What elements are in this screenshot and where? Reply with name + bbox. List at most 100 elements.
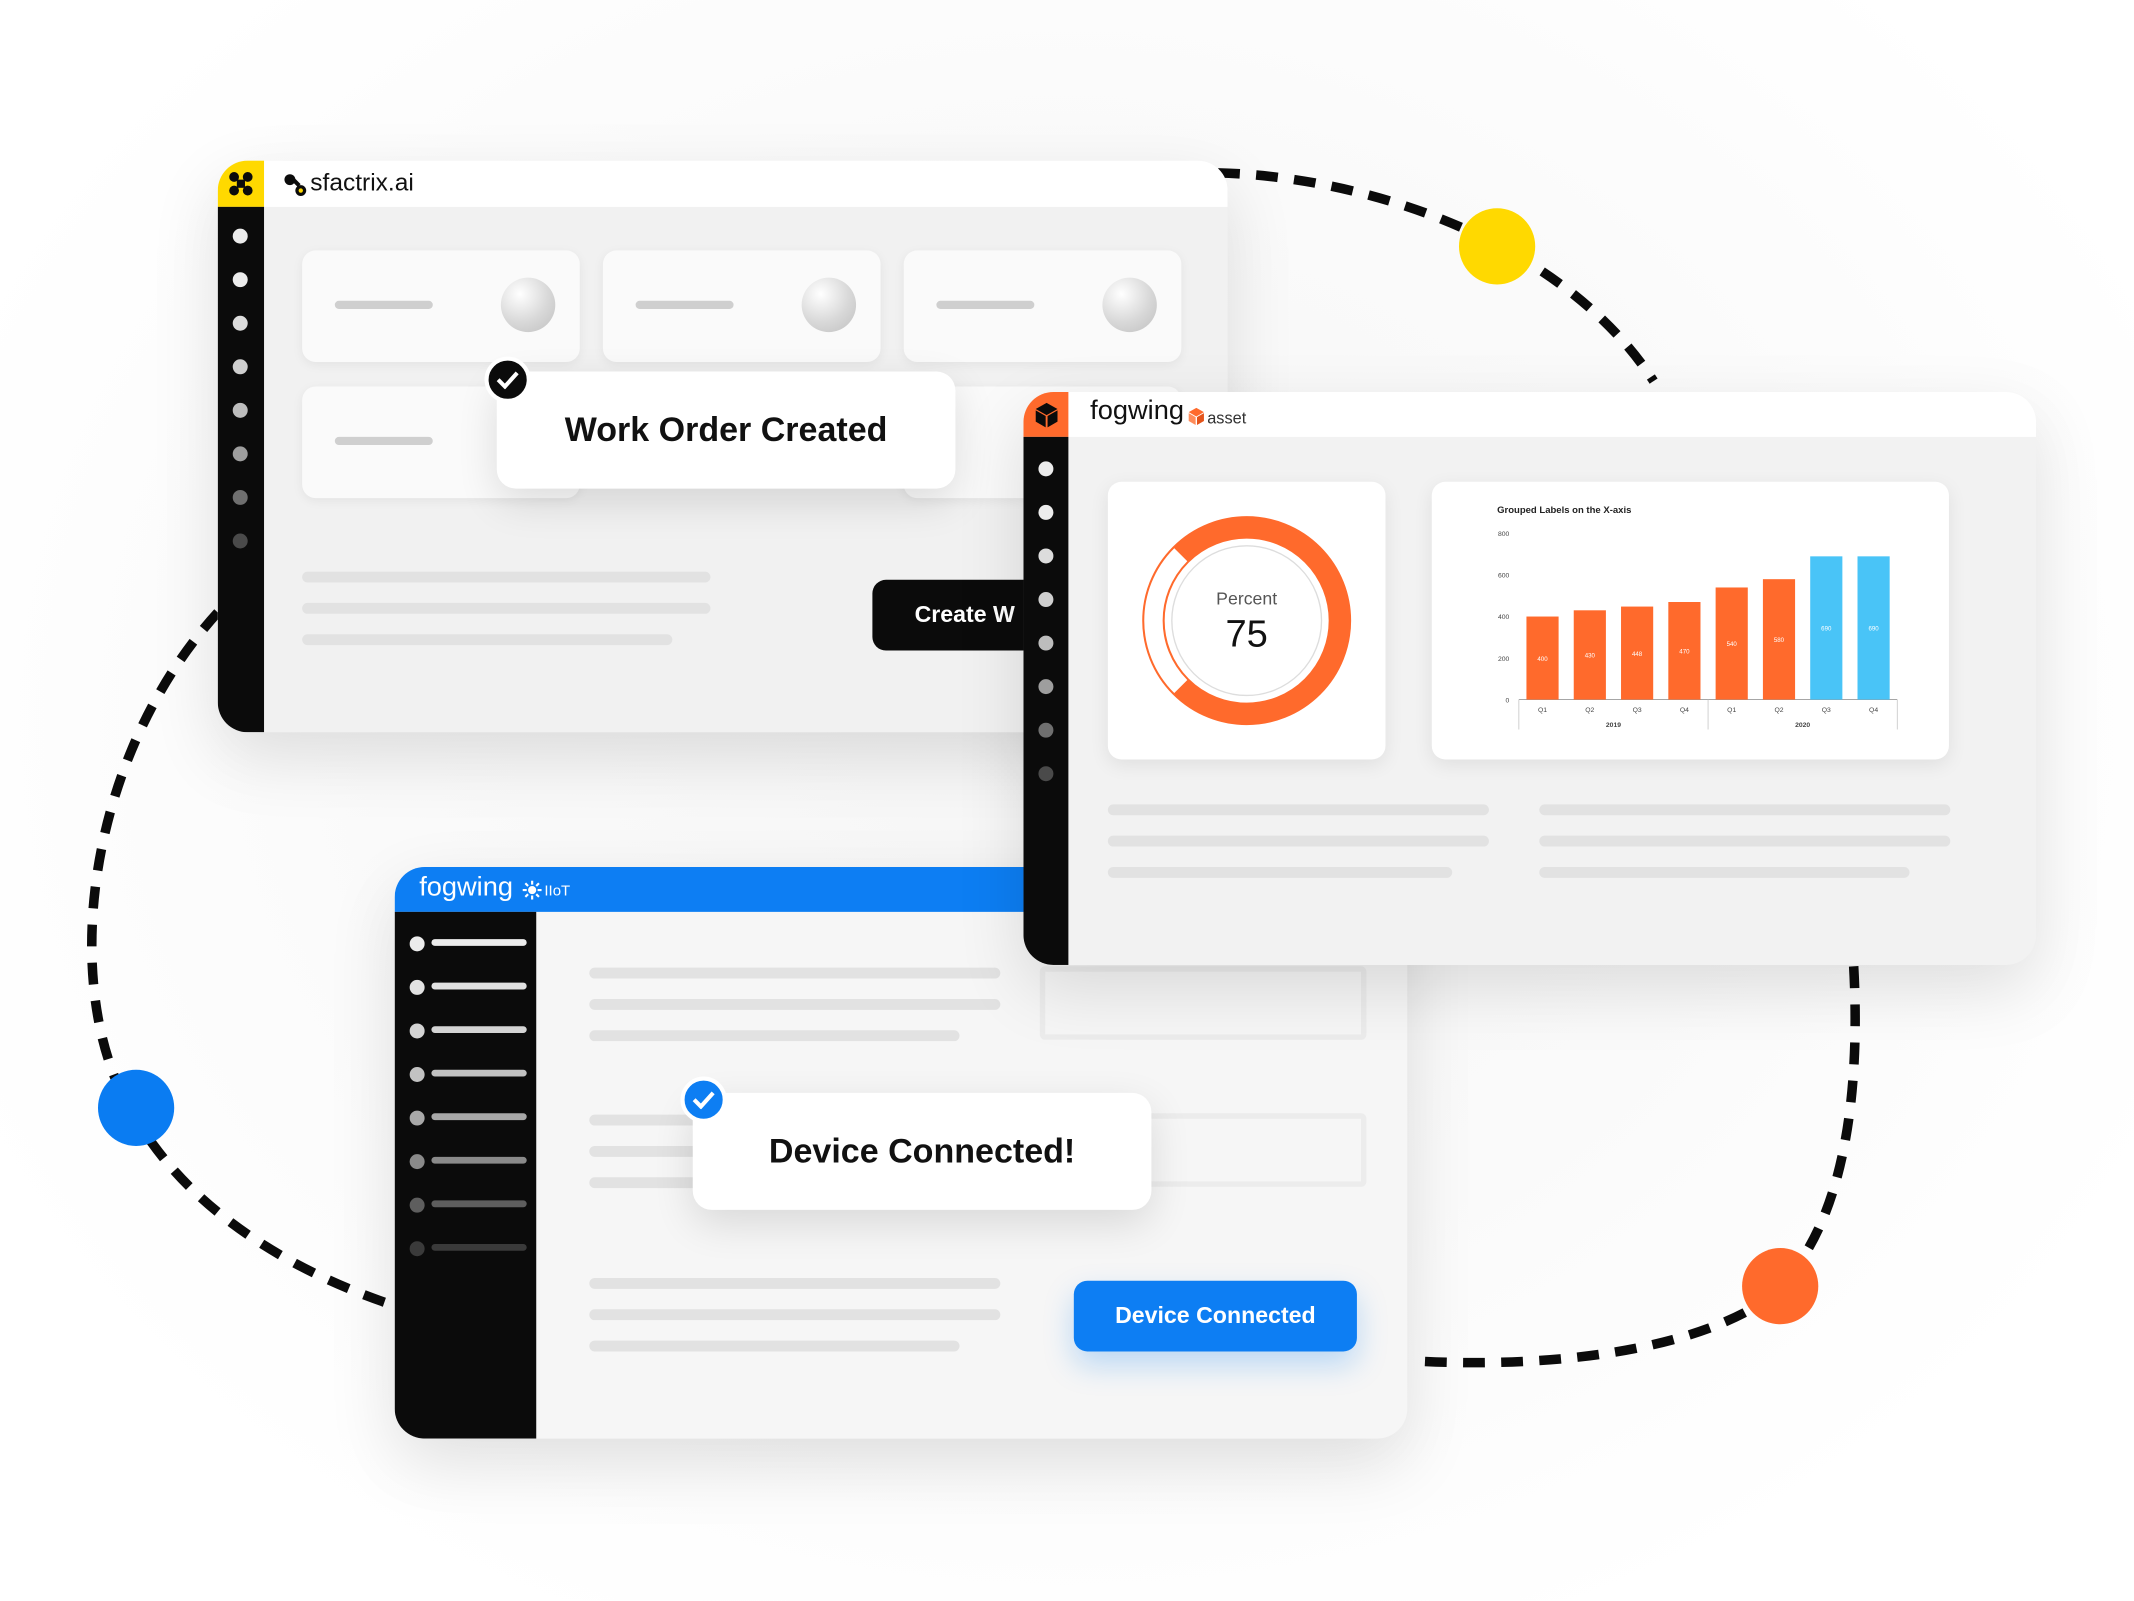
bar-value-label: 690	[1821, 626, 1832, 633]
sidebar-dot[interactable]	[409, 1241, 425, 1257]
bar-value-label: 470	[1679, 649, 1690, 656]
placeholder-line	[589, 998, 1001, 1010]
bar-value-label: 540	[1727, 641, 1738, 648]
bar-value-label: 580	[1774, 637, 1785, 644]
sidebar-dot[interactable]	[1038, 504, 1054, 520]
bar-value-label: 400	[1537, 656, 1548, 663]
check-icon	[680, 1076, 727, 1123]
sidebar-dot[interactable]	[409, 1154, 425, 1170]
sidebar-dot[interactable]	[1038, 635, 1054, 651]
sidebar-line[interactable]	[431, 982, 527, 990]
sidebar-dot[interactable]	[232, 228, 248, 244]
sfactrix-brand: sfactrix.ai	[310, 168, 414, 196]
sidebar-line[interactable]	[431, 1156, 527, 1164]
y-tick-label: 0	[1506, 697, 1510, 704]
cube-icon	[1188, 407, 1204, 426]
yellow-orbit-dot	[1458, 208, 1536, 285]
sidebar-dot[interactable]	[1038, 461, 1054, 477]
x-group-label: 2020	[1795, 722, 1810, 729]
placeholder-line	[936, 300, 1035, 309]
sidebar-line[interactable]	[431, 1243, 527, 1251]
sidebar-dot[interactable]	[409, 1197, 425, 1213]
bar-value-label: 690	[1868, 626, 1879, 633]
sidebar-dot[interactable]	[409, 1110, 425, 1126]
stat-card[interactable]	[602, 250, 881, 363]
sidebar-line[interactable]	[431, 939, 527, 946]
placeholder-box	[1126, 1113, 1367, 1187]
sidebar-line[interactable]	[431, 1113, 527, 1121]
x-tick-label: Q1	[1727, 707, 1736, 714]
bar-chart: Grouped Labels on the X-axis 0 200 400 600 8…	[1497, 505, 1898, 730]
sidebar-dot[interactable]	[232, 402, 248, 418]
placeholder-line	[334, 436, 433, 446]
sfactrix-brand-icon	[284, 174, 307, 196]
sidebar-line[interactable]	[431, 1200, 527, 1208]
stat-card[interactable]	[302, 250, 580, 363]
sidebar-dot[interactable]	[409, 1023, 425, 1039]
sidebar-dot[interactable]	[1038, 592, 1054, 608]
x-tick-label: Q2	[1774, 707, 1783, 714]
sidebar-dot[interactable]	[232, 489, 248, 505]
placeholder-line	[1107, 804, 1489, 816]
x-tick-label: Q4	[1869, 707, 1878, 714]
placeholder-avatar	[1102, 277, 1157, 333]
sidebar-dot[interactable]	[409, 979, 425, 995]
bar-value-label: 448	[1632, 651, 1643, 658]
y-tick-label: 200	[1498, 656, 1510, 663]
sidebar-dot[interactable]	[409, 936, 425, 952]
x-tick-label: Q3	[1633, 707, 1642, 714]
cube-icon	[1035, 402, 1057, 427]
asset-logo-tile	[1023, 391, 1069, 437]
placeholder-avatar	[500, 277, 556, 333]
sfactrix-logo-tile	[217, 160, 265, 207]
placeholder-line	[589, 1340, 960, 1352]
asset-window: fogwing asset Percent 75 Grouped Labels …	[1023, 391, 2037, 965]
placeholder-avatar	[801, 277, 857, 333]
y-tick-label: 400	[1498, 614, 1510, 621]
asset-suffix: asset	[1207, 408, 1247, 428]
gauge-value: 75	[1225, 612, 1268, 655]
sidebar-dot[interactable]	[1038, 679, 1054, 695]
sidebar-dot[interactable]	[232, 446, 248, 462]
sidebar-dot[interactable]	[232, 315, 248, 331]
sidebar-dot[interactable]	[1038, 766, 1054, 782]
work-order-toast: Work Order Created	[496, 371, 956, 489]
sfactrix-logo-icon	[229, 172, 253, 196]
asset-brand: fogwing	[1090, 396, 1184, 426]
create-work-order-label: Create W	[914, 601, 1015, 628]
sidebar-line[interactable]	[431, 1069, 527, 1077]
placeholder-line	[1539, 866, 1910, 878]
orange-orbit-dot	[1742, 1248, 1819, 1325]
x-tick-label: Q3	[1822, 707, 1831, 714]
x-group-label: 2019	[1606, 722, 1621, 729]
placeholder-line	[1539, 804, 1951, 816]
placeholder-line	[635, 300, 734, 309]
scene: sfactrix.ai Create W Work Order Created …	[0, 0, 2134, 1601]
stat-card[interactable]	[903, 250, 1182, 363]
bar-chart-card[interactable]: Grouped Labels on the X-axis 0 200 400 600 8…	[1431, 481, 1949, 760]
device-connected-button[interactable]: Device Connected	[1073, 1280, 1357, 1352]
sidebar-dot[interactable]	[409, 1067, 425, 1082]
placeholder-line	[589, 1309, 1001, 1321]
y-tick-label: 600	[1498, 573, 1510, 580]
placeholder-line	[302, 634, 673, 646]
y-tick-label: 800	[1498, 531, 1510, 538]
placeholder-line	[589, 1277, 1001, 1289]
x-tick-label: Q4	[1680, 707, 1689, 714]
sidebar-line[interactable]	[431, 1026, 527, 1033]
device-connected-button-label: Device Connected	[1115, 1302, 1316, 1329]
placeholder-line	[1107, 866, 1453, 878]
sidebar-dot[interactable]	[232, 272, 248, 288]
placeholder-line	[334, 300, 433, 309]
work-order-toast-text: Work Order Created	[564, 410, 888, 449]
x-tick-label: Q2	[1585, 707, 1594, 714]
placeholder-line	[302, 602, 711, 614]
gauge-card[interactable]: Percent 75	[1107, 481, 1386, 760]
blue-orbit-dot	[97, 1069, 175, 1146]
sidebar-dot[interactable]	[1038, 548, 1054, 564]
device-connected-toast-text: Device Connected!	[768, 1131, 1076, 1170]
sidebar-dot[interactable]	[1038, 722, 1054, 738]
placeholder-line	[589, 967, 1001, 979]
sidebar-dot[interactable]	[232, 359, 248, 375]
sidebar-dot[interactable]	[232, 533, 248, 549]
